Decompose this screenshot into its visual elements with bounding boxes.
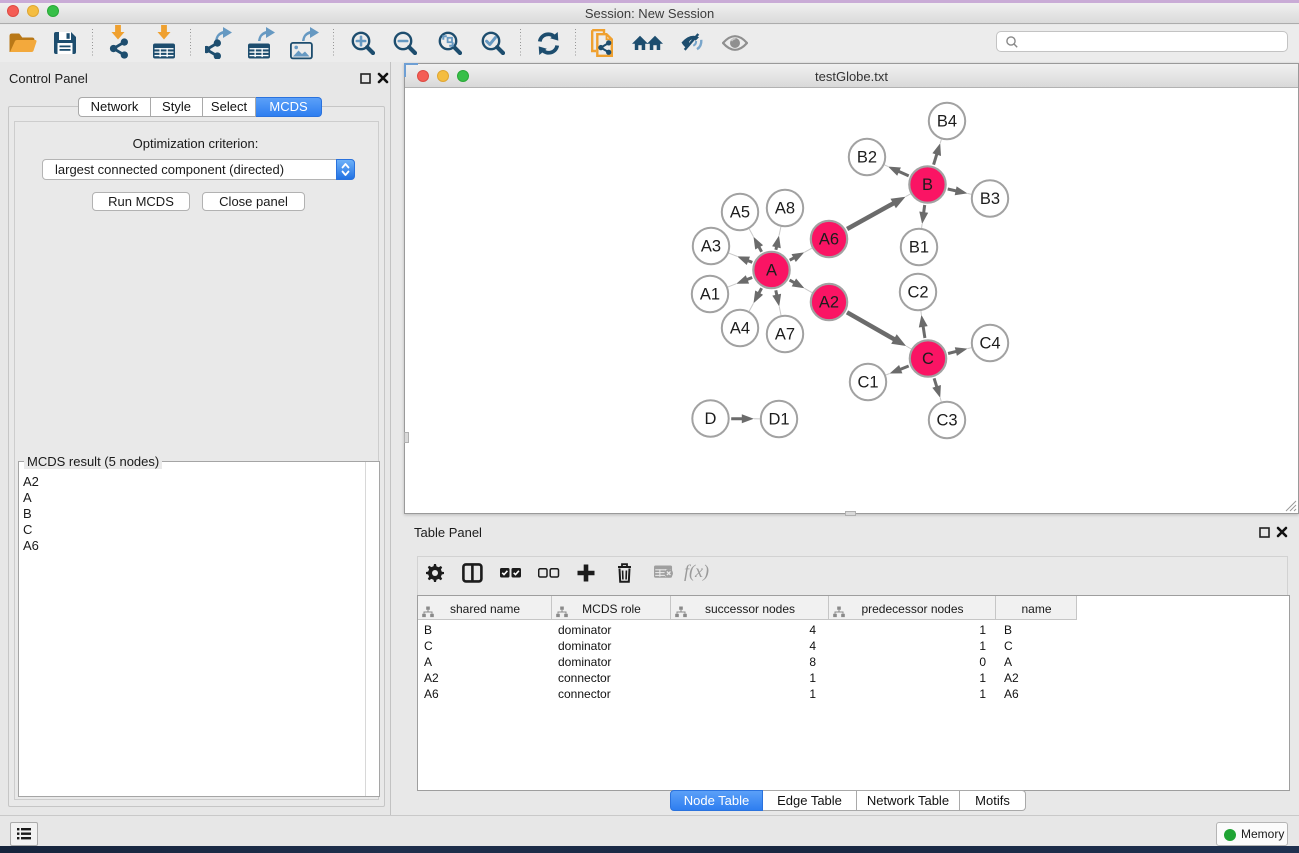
- svg-text:A2: A2: [819, 294, 839, 312]
- svg-text:A1: A1: [700, 286, 720, 304]
- svg-text:C: C: [922, 350, 934, 368]
- svg-text:A6: A6: [819, 231, 839, 249]
- svg-text:A3: A3: [701, 238, 721, 256]
- svg-text:B: B: [922, 176, 933, 194]
- svg-text:B4: B4: [937, 113, 957, 131]
- svg-text:A4: A4: [730, 320, 750, 338]
- svg-text:D: D: [705, 410, 717, 428]
- svg-text:D1: D1: [768, 411, 789, 429]
- svg-text:A5: A5: [730, 204, 750, 222]
- svg-text:B2: B2: [857, 149, 877, 167]
- svg-text:C3: C3: [936, 412, 957, 430]
- svg-text:C2: C2: [907, 284, 928, 302]
- svg-text:C1: C1: [857, 374, 878, 392]
- svg-text:A: A: [766, 262, 777, 280]
- svg-text:C4: C4: [979, 335, 1000, 353]
- svg-text:B3: B3: [980, 190, 1000, 208]
- svg-text:B1: B1: [909, 239, 929, 257]
- svg-text:A8: A8: [775, 200, 795, 218]
- svg-text:A7: A7: [775, 326, 795, 344]
